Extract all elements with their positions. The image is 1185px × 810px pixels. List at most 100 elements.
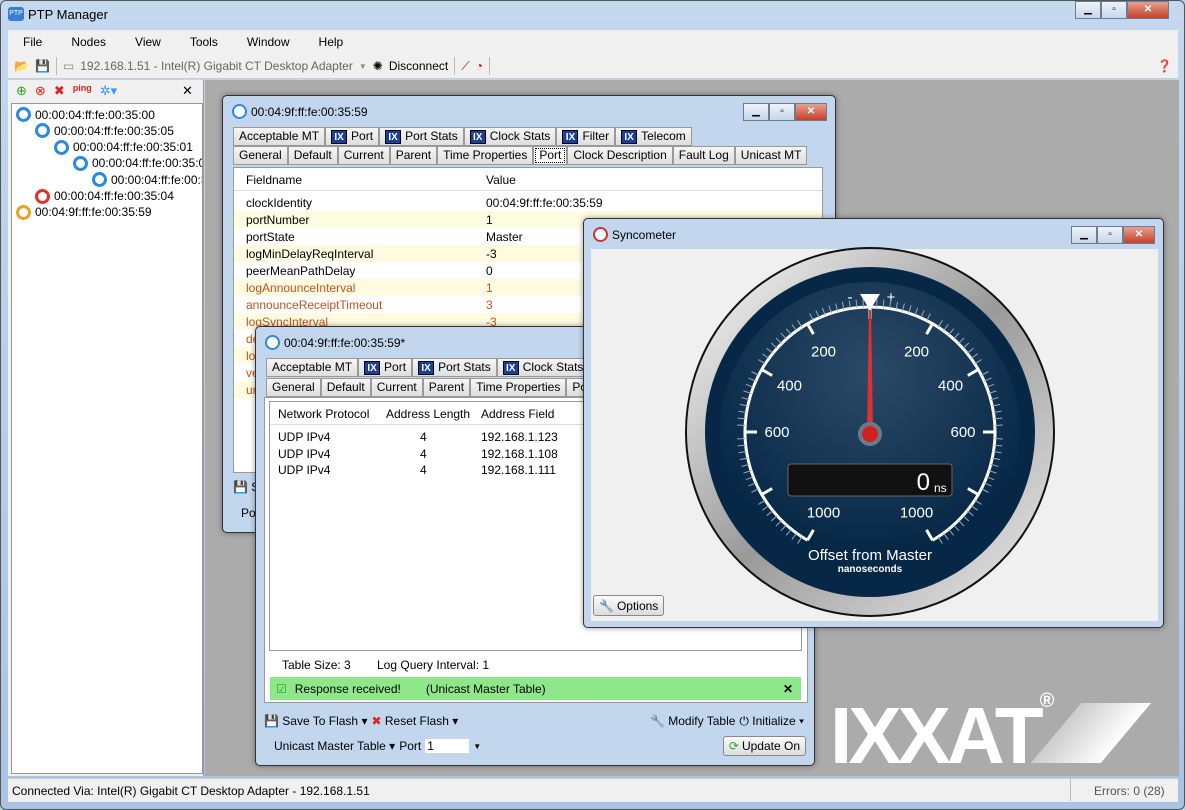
node-panel: ⊕ ⊗ ✖ ping ✲▾ ✕ 00:00:04:ff:fe:00:35:00 0… <box>8 80 204 776</box>
tab-clock-description[interactable]: Clock Description <box>567 146 673 165</box>
update-on-button[interactable]: ⟳ Update On <box>722 736 806 756</box>
tab-filter[interactable]: IX Filter <box>556 127 616 146</box>
column-value[interactable]: Value <box>486 173 516 187</box>
reset-flash-button[interactable]: ✖ Reset Flash ▾ <box>371 714 458 728</box>
port-label: Port <box>399 739 422 753</box>
tree-node[interactable]: 00:00:04:ff:fe:00:35:00 <box>16 107 155 122</box>
column-address[interactable]: Address Field <box>481 407 554 421</box>
tab-port-stats[interactable]: IX Port Stats <box>412 358 497 377</box>
close-button[interactable]: ✕ <box>1127 1 1169 19</box>
node-label: 00:00:04:ff:fe:00:35 <box>111 172 202 187</box>
wrench-icon: 🔧 <box>599 598 614 613</box>
adapter-select[interactable]: 192.168.1.51 - Intel(R) Gigabit CT Deskt… <box>80 59 353 73</box>
minimize-button[interactable]: ▁ <box>1075 1 1101 19</box>
initialize-button[interactable]: ⏻ Initialize ▾ <box>739 714 804 729</box>
menu-file[interactable]: File <box>8 35 56 49</box>
options-button[interactable]: 🔧 Options <box>593 595 665 616</box>
ping-icon[interactable]: ping <box>73 83 92 99</box>
refresh-icon[interactable]: ✲▾ <box>100 83 117 99</box>
field-value: -3 <box>486 247 497 261</box>
response-context: (Unicast Master Table) <box>425 681 546 696</box>
log-query-interval: Log Query Interval: 1 <box>377 658 490 672</box>
field-name: logMinDelayReqInterval <box>246 247 374 261</box>
tab-fault-log[interactable]: Fault Log <box>672 146 735 165</box>
tree-node[interactable]: 00:04:9f:ff:fe:00:35:59 <box>16 204 152 220</box>
table-select[interactable]: Unicast Master Table ▾ <box>274 739 395 753</box>
syncometer-icon <box>593 227 608 242</box>
tree-node[interactable]: 00:00:04:ff:fe:00:35:05 <box>35 123 174 139</box>
chevron-down-icon[interactable]: ▼ <box>359 62 367 71</box>
tab-current[interactable]: Current <box>370 378 423 397</box>
tab-current[interactable]: Current <box>337 146 390 165</box>
table-row[interactable]: clockIdentity 00:04:9f:ff:fe:00:35:59 <box>234 194 822 211</box>
menu-window[interactable]: Window <box>232 35 304 49</box>
tab-time-properties[interactable]: Time Properties <box>470 378 567 397</box>
flash-toolbar: 💾 Save To Flash ▾ ✖ Reset Flash ▾ 🔧 Modi… <box>264 710 808 732</box>
help-icon[interactable]: ❓ <box>1157 59 1172 73</box>
tab-port[interactable]: Port <box>533 146 568 165</box>
query-toolbar: Unicast Master Table ▾ Port 1 ▼ ⟳ Update O… <box>264 734 808 758</box>
minimize-button[interactable]: ▁ <box>1071 226 1097 244</box>
maximize-button[interactable]: ▫ <box>1097 226 1123 244</box>
tab-telecom[interactable]: IX Telecom <box>615 127 692 146</box>
open-folder-icon[interactable]: 📂 <box>14 59 29 73</box>
field-value: 3 <box>486 298 493 312</box>
tab-acceptable-mt[interactable]: Acceptable MT <box>266 358 359 377</box>
column-protocol[interactable]: Network Protocol <box>278 407 369 421</box>
tree-node[interactable]: 00:00:04:ff:fe:00:35:01 <box>54 139 193 155</box>
network-adapter-icon: ▭ <box>62 59 75 73</box>
window-title: Syncometer <box>612 228 677 242</box>
column-length[interactable]: Address Length <box>386 407 470 421</box>
tab-port-stats[interactable]: IX Port Stats <box>379 127 464 146</box>
tab-parent[interactable]: Parent <box>389 146 438 165</box>
maximize-button[interactable]: ▫ <box>769 103 795 121</box>
column-fieldname[interactable]: Fieldname <box>246 173 302 187</box>
menu-tools[interactable]: Tools <box>175 35 232 49</box>
port-input[interactable]: 1 <box>425 739 470 753</box>
remove-node-icon[interactable]: ⊗ <box>35 83 46 99</box>
tree-node[interactable]: 00:00:04:ff:fe:00:35:04 <box>35 188 174 204</box>
menu-view[interactable]: View <box>120 35 175 49</box>
menu-nodes[interactable]: Nodes <box>56 35 120 49</box>
tab-default[interactable]: Default <box>320 378 371 397</box>
tab-port[interactable]: IX Port <box>325 127 380 146</box>
field-value: 0 <box>486 264 493 278</box>
menu-help[interactable]: Help <box>304 35 358 49</box>
tree-node[interactable]: 00:00:04:ff:fe:00:35 <box>92 172 202 188</box>
tab-parent[interactable]: Parent <box>422 378 471 397</box>
chevron-down-icon[interactable]: ▼ <box>473 742 481 751</box>
tab-default[interactable]: Default <box>287 146 338 165</box>
tab-general[interactable]: General <box>233 146 288 165</box>
tab-unicast-mt[interactable]: Unicast MT <box>734 146 808 165</box>
close-panel-icon[interactable]: ✕ <box>182 83 193 99</box>
tab-row-1: Acceptable MT IX Port IX Port Stats IX Clock S… <box>266 358 590 377</box>
remove-all-icon[interactable]: ✖ <box>54 83 65 99</box>
maximize-button[interactable]: ▫ <box>1101 1 1127 19</box>
tab-acceptable-mt[interactable]: Acceptable MT <box>233 127 326 146</box>
disconnect-button[interactable]: Disconnect <box>389 59 448 73</box>
readout-unit: ns <box>934 481 947 495</box>
tab-port[interactable]: IX Port <box>358 358 413 377</box>
tab-clock-stats[interactable]: IX Clock Stats <box>463 127 557 146</box>
tab-clock-stats[interactable]: IX Clock Stats <box>496 358 590 377</box>
gauge-subcaption: nanoseconds <box>838 564 903 575</box>
minimize-button[interactable]: ▁ <box>743 103 769 121</box>
tree-node[interactable]: 00:00:04:ff:fe:00:35:03 <box>73 155 202 171</box>
close-button[interactable]: ✕ <box>795 103 827 121</box>
field-name: clockIdentity <box>246 196 313 210</box>
save-icon: 💾 <box>233 480 248 494</box>
chart-icon[interactable]: ⟋ <box>461 59 469 74</box>
tab-time-properties[interactable]: Time Properties <box>437 146 534 165</box>
close-button[interactable]: ✕ <box>1123 226 1155 244</box>
cell: 4 <box>420 430 427 444</box>
close-icon[interactable]: ✕ <box>783 682 793 696</box>
power-icon: ⏻ <box>739 713 749 728</box>
ixxat-icon: IX <box>418 360 435 375</box>
syncometer-icon[interactable]: ◔ <box>476 59 483 73</box>
add-node-icon[interactable]: ⊕ <box>16 83 27 99</box>
save-icon[interactable]: 💾 <box>35 59 50 73</box>
tab-general[interactable]: General <box>266 378 321 397</box>
error-count[interactable]: Errors: 0 (28) <box>1094 784 1165 798</box>
save-to-flash-button[interactable]: 💾 Save To Flash ▾ <box>264 714 367 728</box>
modify-table-button[interactable]: 🔧 Modify Table <box>650 714 735 728</box>
